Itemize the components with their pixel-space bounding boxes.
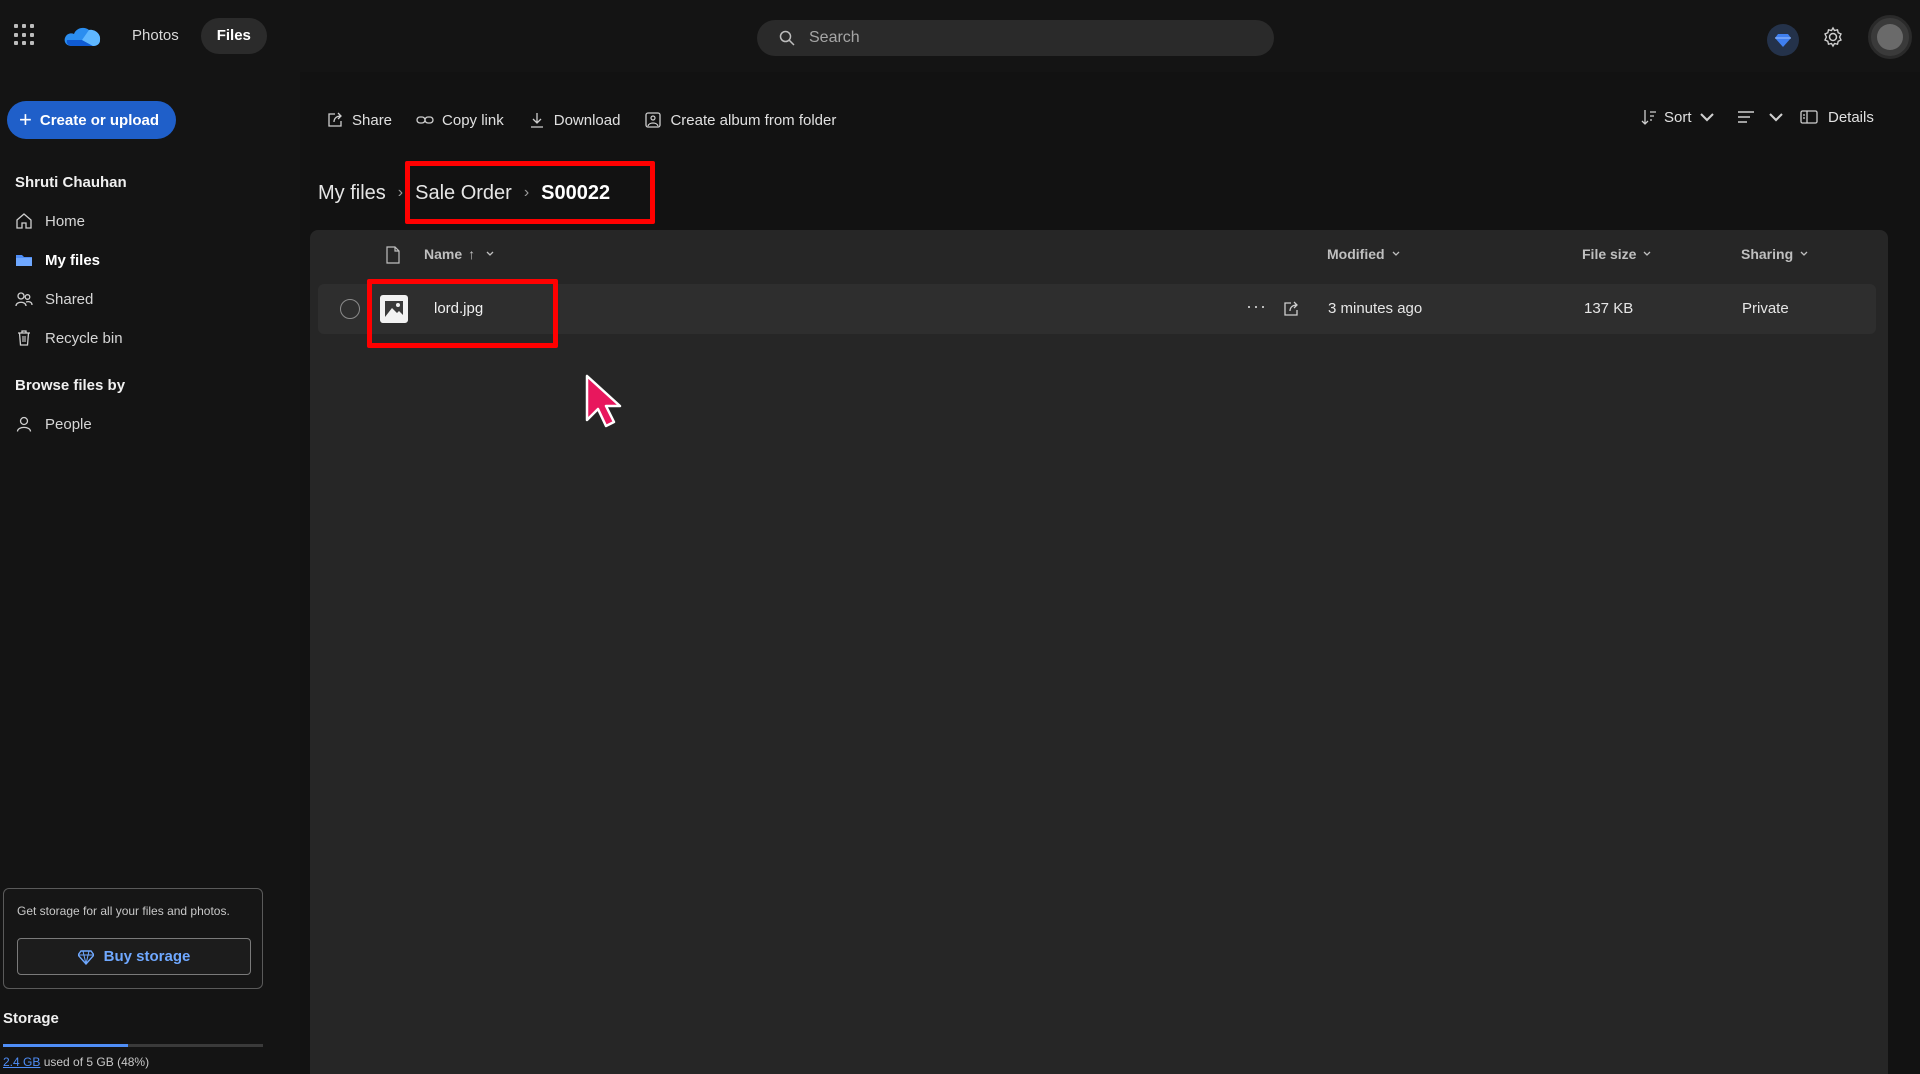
chevron-down-icon (486, 251, 494, 256)
copy-link-label: Copy link (442, 111, 504, 129)
column-header-sharing[interactable]: Sharing (1741, 246, 1809, 262)
app-launcher-icon[interactable] (14, 24, 36, 46)
column-header-modified[interactable]: Modified (1327, 246, 1401, 262)
breadcrumb-my-files[interactable]: My files (318, 182, 386, 205)
sidebar-item-shared[interactable]: Shared (15, 285, 93, 313)
file-size: 137 KB (1584, 300, 1634, 317)
sidebar-item-label: Recycle bin (45, 329, 123, 347)
plus-icon: + (19, 107, 32, 132)
storage-promo-card: Get storage for all your files and photo… (3, 888, 263, 989)
chevron-down-icon (1800, 251, 1808, 256)
download-button[interactable]: Download (528, 111, 621, 129)
column-header-sharing-label: Sharing (1741, 246, 1794, 262)
column-header-file-size[interactable]: File size (1582, 246, 1652, 262)
browse-files-heading: Browse files by (15, 377, 126, 394)
file-type-header-icon[interactable] (385, 246, 401, 264)
buy-storage-button[interactable]: Buy storage (17, 938, 251, 975)
share-icon[interactable] (1282, 300, 1300, 318)
sidebar-item-people[interactable]: People (15, 410, 92, 438)
sidebar-item-label: Shared (45, 290, 94, 308)
gear-icon[interactable] (1822, 26, 1844, 48)
list-view-icon (1738, 111, 1754, 123)
copy-link-button[interactable]: Copy link (416, 111, 504, 129)
file-modified: 3 minutes ago (1328, 300, 1423, 317)
details-button[interactable]: Details (1800, 108, 1874, 126)
column-header-modified-label: Modified (1327, 246, 1385, 262)
buy-storage-label: Buy storage (103, 948, 191, 965)
share-icon (328, 112, 342, 127)
chevron-down-icon (1644, 251, 1651, 256)
column-header-name-label: Name (424, 246, 463, 262)
sort-icon (1641, 110, 1656, 125)
create-album-label: Create album from folder (670, 111, 837, 129)
tab-files[interactable]: Files (200, 18, 267, 54)
storage-promo-text: Get storage for all your files and photo… (17, 904, 230, 918)
sidebar-item-label: Home (45, 212, 86, 230)
row-select-checkbox[interactable] (340, 299, 360, 319)
highlight-box-breadcrumb (405, 161, 655, 224)
file-sharing: Private (1742, 300, 1789, 317)
more-options-icon[interactable]: ··· (1246, 296, 1267, 317)
mouse-cursor-icon (585, 374, 622, 428)
details-pane-icon (1800, 110, 1818, 124)
search-icon (779, 30, 795, 46)
share-label: Share (352, 111, 393, 129)
column-header-file-size-label: File size (1582, 246, 1637, 262)
sidebar: + Create or upload Shruti Chauhan Home M… (0, 72, 300, 1074)
sidebar-item-label: People (45, 415, 92, 433)
avatar[interactable] (1868, 15, 1912, 59)
chevron-right-icon: › (397, 184, 404, 201)
user-name: Shruti Chauhan (15, 174, 127, 191)
storage-progress-fill (3, 1044, 128, 1047)
column-header-name[interactable]: Name ↑ (424, 246, 495, 262)
chevron-down-icon (1769, 113, 1783, 122)
search-input[interactable]: Search (809, 29, 860, 47)
trash-icon (18, 330, 30, 346)
folder-icon (16, 255, 32, 266)
premium-diamond-icon (1775, 34, 1791, 47)
people-icon (15, 292, 33, 307)
command-bar: Share Copy link Download Create album fr… (326, 108, 836, 132)
pivot-tabs: Photos Files (116, 18, 267, 54)
storage-used-text: 2.4 GB used of 5 GB (48%) (3, 1055, 149, 1069)
sidebar-item-my-files[interactable]: My files (15, 246, 100, 274)
file-list-panel (310, 230, 1888, 1074)
person-icon (16, 416, 32, 432)
premium-diamond-icon (77, 949, 94, 965)
link-icon (416, 116, 434, 124)
storage-used-link[interactable]: 2.4 GB (3, 1055, 40, 1069)
storage-progress-bar (3, 1044, 263, 1047)
album-icon (645, 112, 662, 128)
sort-ascending-icon: ↑ (468, 246, 476, 262)
chevron-down-icon (1392, 251, 1400, 256)
download-label: Download (553, 111, 621, 129)
sort-button[interactable]: Sort (1640, 108, 1716, 126)
premium-button[interactable] (1767, 24, 1799, 56)
view-options-button[interactable] (1737, 108, 1785, 126)
top-bar: Photos Files Search (0, 0, 1920, 72)
create-album-button[interactable]: Create album from folder (644, 111, 836, 129)
download-icon (530, 113, 543, 128)
home-icon (16, 213, 32, 229)
create-or-upload-button[interactable]: + Create or upload (7, 101, 176, 139)
share-button[interactable]: Share (326, 111, 392, 129)
sidebar-item-label: My files (45, 251, 101, 269)
tab-photos[interactable]: Photos (116, 18, 195, 54)
sidebar-item-recycle-bin[interactable]: Recycle bin (15, 324, 123, 352)
storage-title: Storage (3, 1010, 59, 1027)
sort-label: Sort (1664, 108, 1692, 126)
onedrive-logo-icon[interactable] (62, 24, 102, 48)
highlight-box-file (367, 279, 558, 348)
sidebar-item-home[interactable]: Home (15, 207, 85, 235)
create-or-upload-label: Create or upload (39, 111, 160, 129)
search-box[interactable]: Search (757, 20, 1274, 56)
chevron-down-icon (1699, 113, 1714, 122)
details-label: Details (1828, 108, 1874, 126)
storage-used-suffix: used of 5 GB (48%) (40, 1055, 150, 1069)
